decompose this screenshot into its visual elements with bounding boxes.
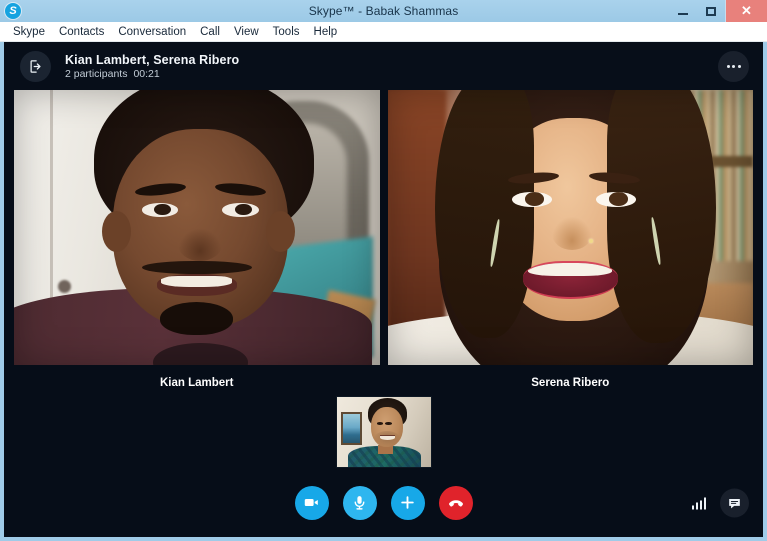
signal-bars-icon[interactable] — [691, 496, 706, 509]
skype-window: S Skype™ - Babak Shammas ✕ Skype Contact… — [0, 0, 767, 541]
maximize-button[interactable] — [697, 0, 725, 22]
menu-item-skype[interactable]: Skype — [6, 24, 52, 40]
menu-item-call[interactable]: Call — [193, 24, 227, 40]
video-stream-kian-lambert — [14, 90, 380, 365]
exit-call-icon — [30, 59, 41, 73]
microphone-icon — [354, 496, 365, 510]
call-view: Kian Lambert, Serena Ribero 2 participan… — [4, 42, 763, 537]
call-status-line: 2 participants 00:21 — [65, 68, 239, 80]
video-name-labels: Kian Lambert Serena Ribero — [4, 365, 763, 389]
menu-item-conversation[interactable]: Conversation — [111, 24, 193, 40]
window-controls: ✕ — [669, 0, 767, 22]
call-header-text: Kian Lambert, Serena Ribero 2 participan… — [65, 53, 239, 80]
call-participants-title: Kian Lambert, Serena Ribero — [65, 52, 240, 67]
skype-logo-icon: S — [5, 3, 21, 19]
menu-item-view[interactable]: View — [227, 24, 266, 40]
video-label-serena-ribero: Serena Ribero — [531, 377, 610, 389]
hangup-phone-icon — [448, 499, 463, 507]
participant-count: 2 participants — [65, 67, 128, 80]
call-duration: 00:21 — [133, 67, 160, 80]
video-stream-self — [336, 397, 431, 467]
minimize-icon — [678, 13, 688, 15]
title-bar: S Skype™ - Babak Shammas ✕ — [0, 0, 767, 22]
call-controls-bar — [4, 468, 763, 537]
close-button[interactable]: ✕ — [725, 0, 767, 22]
self-view-thumbnail[interactable] — [335, 396, 432, 468]
video-tile-kian-lambert[interactable] — [14, 90, 380, 365]
menu-bar: Skype Contacts Conversation Call View To… — [0, 22, 767, 42]
add-participant-button[interactable] — [390, 485, 425, 520]
video-grid — [4, 90, 763, 365]
self-view-container — [4, 389, 763, 468]
plus-icon — [401, 496, 414, 509]
more-options-icon — [732, 64, 735, 68]
window-title: Skype™ - Babak Shammas — [308, 4, 459, 18]
minimize-button[interactable] — [669, 0, 697, 22]
video-tile-serena-ribero[interactable] — [387, 90, 753, 365]
chat-bubble-icon — [729, 498, 740, 508]
leave-call-button[interactable] — [20, 50, 51, 82]
menu-item-help[interactable]: Help — [307, 24, 345, 40]
video-label-kian-lambert: Kian Lambert — [160, 377, 234, 389]
mute-toggle-button[interactable] — [342, 485, 377, 520]
maximize-icon — [706, 6, 716, 16]
call-header: Kian Lambert, Serena Ribero 2 participan… — [4, 42, 763, 90]
video-stream-serena-ribero — [387, 90, 753, 365]
video-toggle-button[interactable] — [294, 485, 329, 520]
more-options-button[interactable] — [718, 50, 749, 82]
more-options-icon — [726, 64, 730, 68]
call-status-icons — [691, 488, 749, 517]
menu-item-tools[interactable]: Tools — [266, 24, 307, 40]
chat-panel-button[interactable] — [720, 488, 749, 517]
video-camera-icon — [304, 498, 318, 507]
more-options-icon — [737, 64, 741, 68]
menu-item-contacts[interactable]: Contacts — [52, 24, 111, 40]
end-call-button[interactable] — [438, 485, 473, 520]
